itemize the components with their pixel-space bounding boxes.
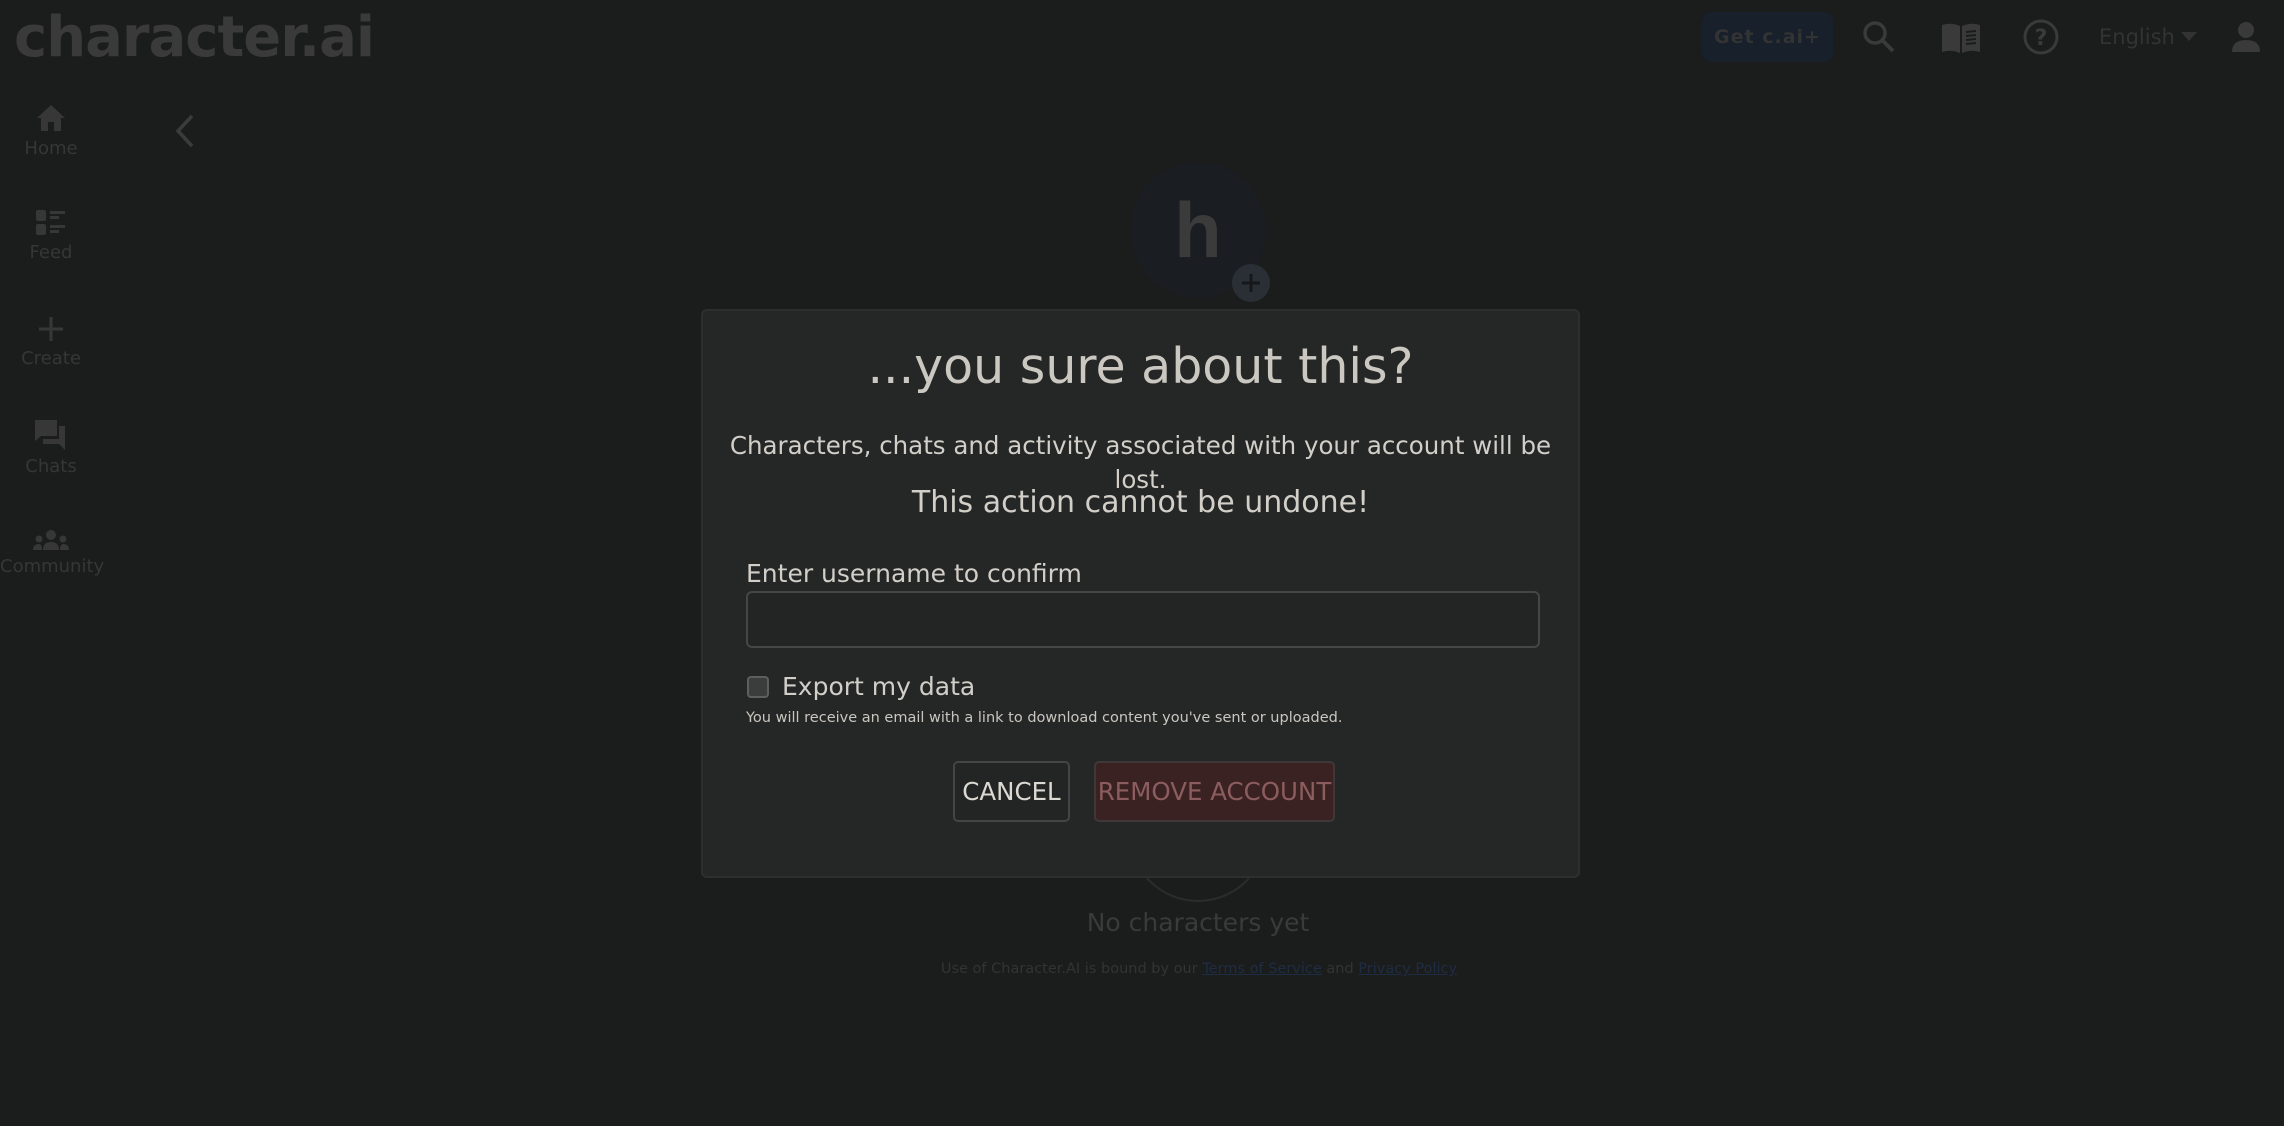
feed-icon [0,210,102,236]
back-chevron-icon[interactable] [170,112,198,154]
get-plus-button[interactable]: Get c.ai+ [1702,12,1833,62]
empty-state-text: No characters yet [1086,908,1310,937]
username-input[interactable] [746,591,1540,648]
sidebar-item-label: Chats [25,456,77,477]
footer-prefix: Use of Character.AI is bound by our [940,961,1203,977]
plus-icon [0,316,102,342]
sidebar-item-label: Create [21,348,81,369]
sidebar-item-create[interactable]: Create [0,316,102,370]
help-icon[interactable]: ? [2023,19,2059,59]
language-select[interactable]: English [2099,22,2175,52]
cancel-button[interactable]: CANCEL [953,761,1070,822]
sidebar-item-label: Community [0,556,105,577]
export-data-hint: You will receive an email with a link to… [746,710,1343,726]
sidebar-item-feed[interactable]: Feed [0,210,102,264]
sidebar-item-chats[interactable]: Chats [0,420,102,478]
sidebar-item-community[interactable]: Community [0,530,105,578]
add-avatar-icon[interactable] [1232,264,1270,302]
svg-text:?: ? [2035,26,2048,51]
footer-legal: Use of Character.AI is bound by our Term… [0,959,2284,979]
remove-account-button[interactable]: REMOVE ACCOUNT [1094,761,1335,822]
sidebar-item-label: Feed [29,242,73,263]
privacy-link[interactable]: Privacy Policy [1358,961,1457,977]
dialog-warning: This action cannot be undone! [911,485,1370,520]
home-icon [0,104,102,132]
terms-link[interactable]: Terms of Service [1202,961,1321,977]
dialog-title: ...you sure about this? [867,338,1414,395]
chats-icon [0,420,102,450]
search-icon[interactable] [1862,20,1896,58]
export-data-label[interactable]: Export my data [782,670,975,704]
book-icon[interactable] [1941,22,1981,58]
username-label: Enter username to confirm [746,559,1082,588]
sidebar-item-home[interactable]: Home [0,104,102,160]
user-icon[interactable] [2230,21,2262,57]
footer-and: and [1321,961,1359,977]
delete-account-dialog: ...you sure about this? Characters, chat… [701,309,1580,878]
community-icon [0,530,102,550]
export-data-checkbox[interactable] [747,676,769,698]
sidebar-item-label: Home [24,138,78,159]
logo[interactable]: character.ai [14,4,375,72]
chevron-down-icon[interactable] [2181,32,2197,41]
